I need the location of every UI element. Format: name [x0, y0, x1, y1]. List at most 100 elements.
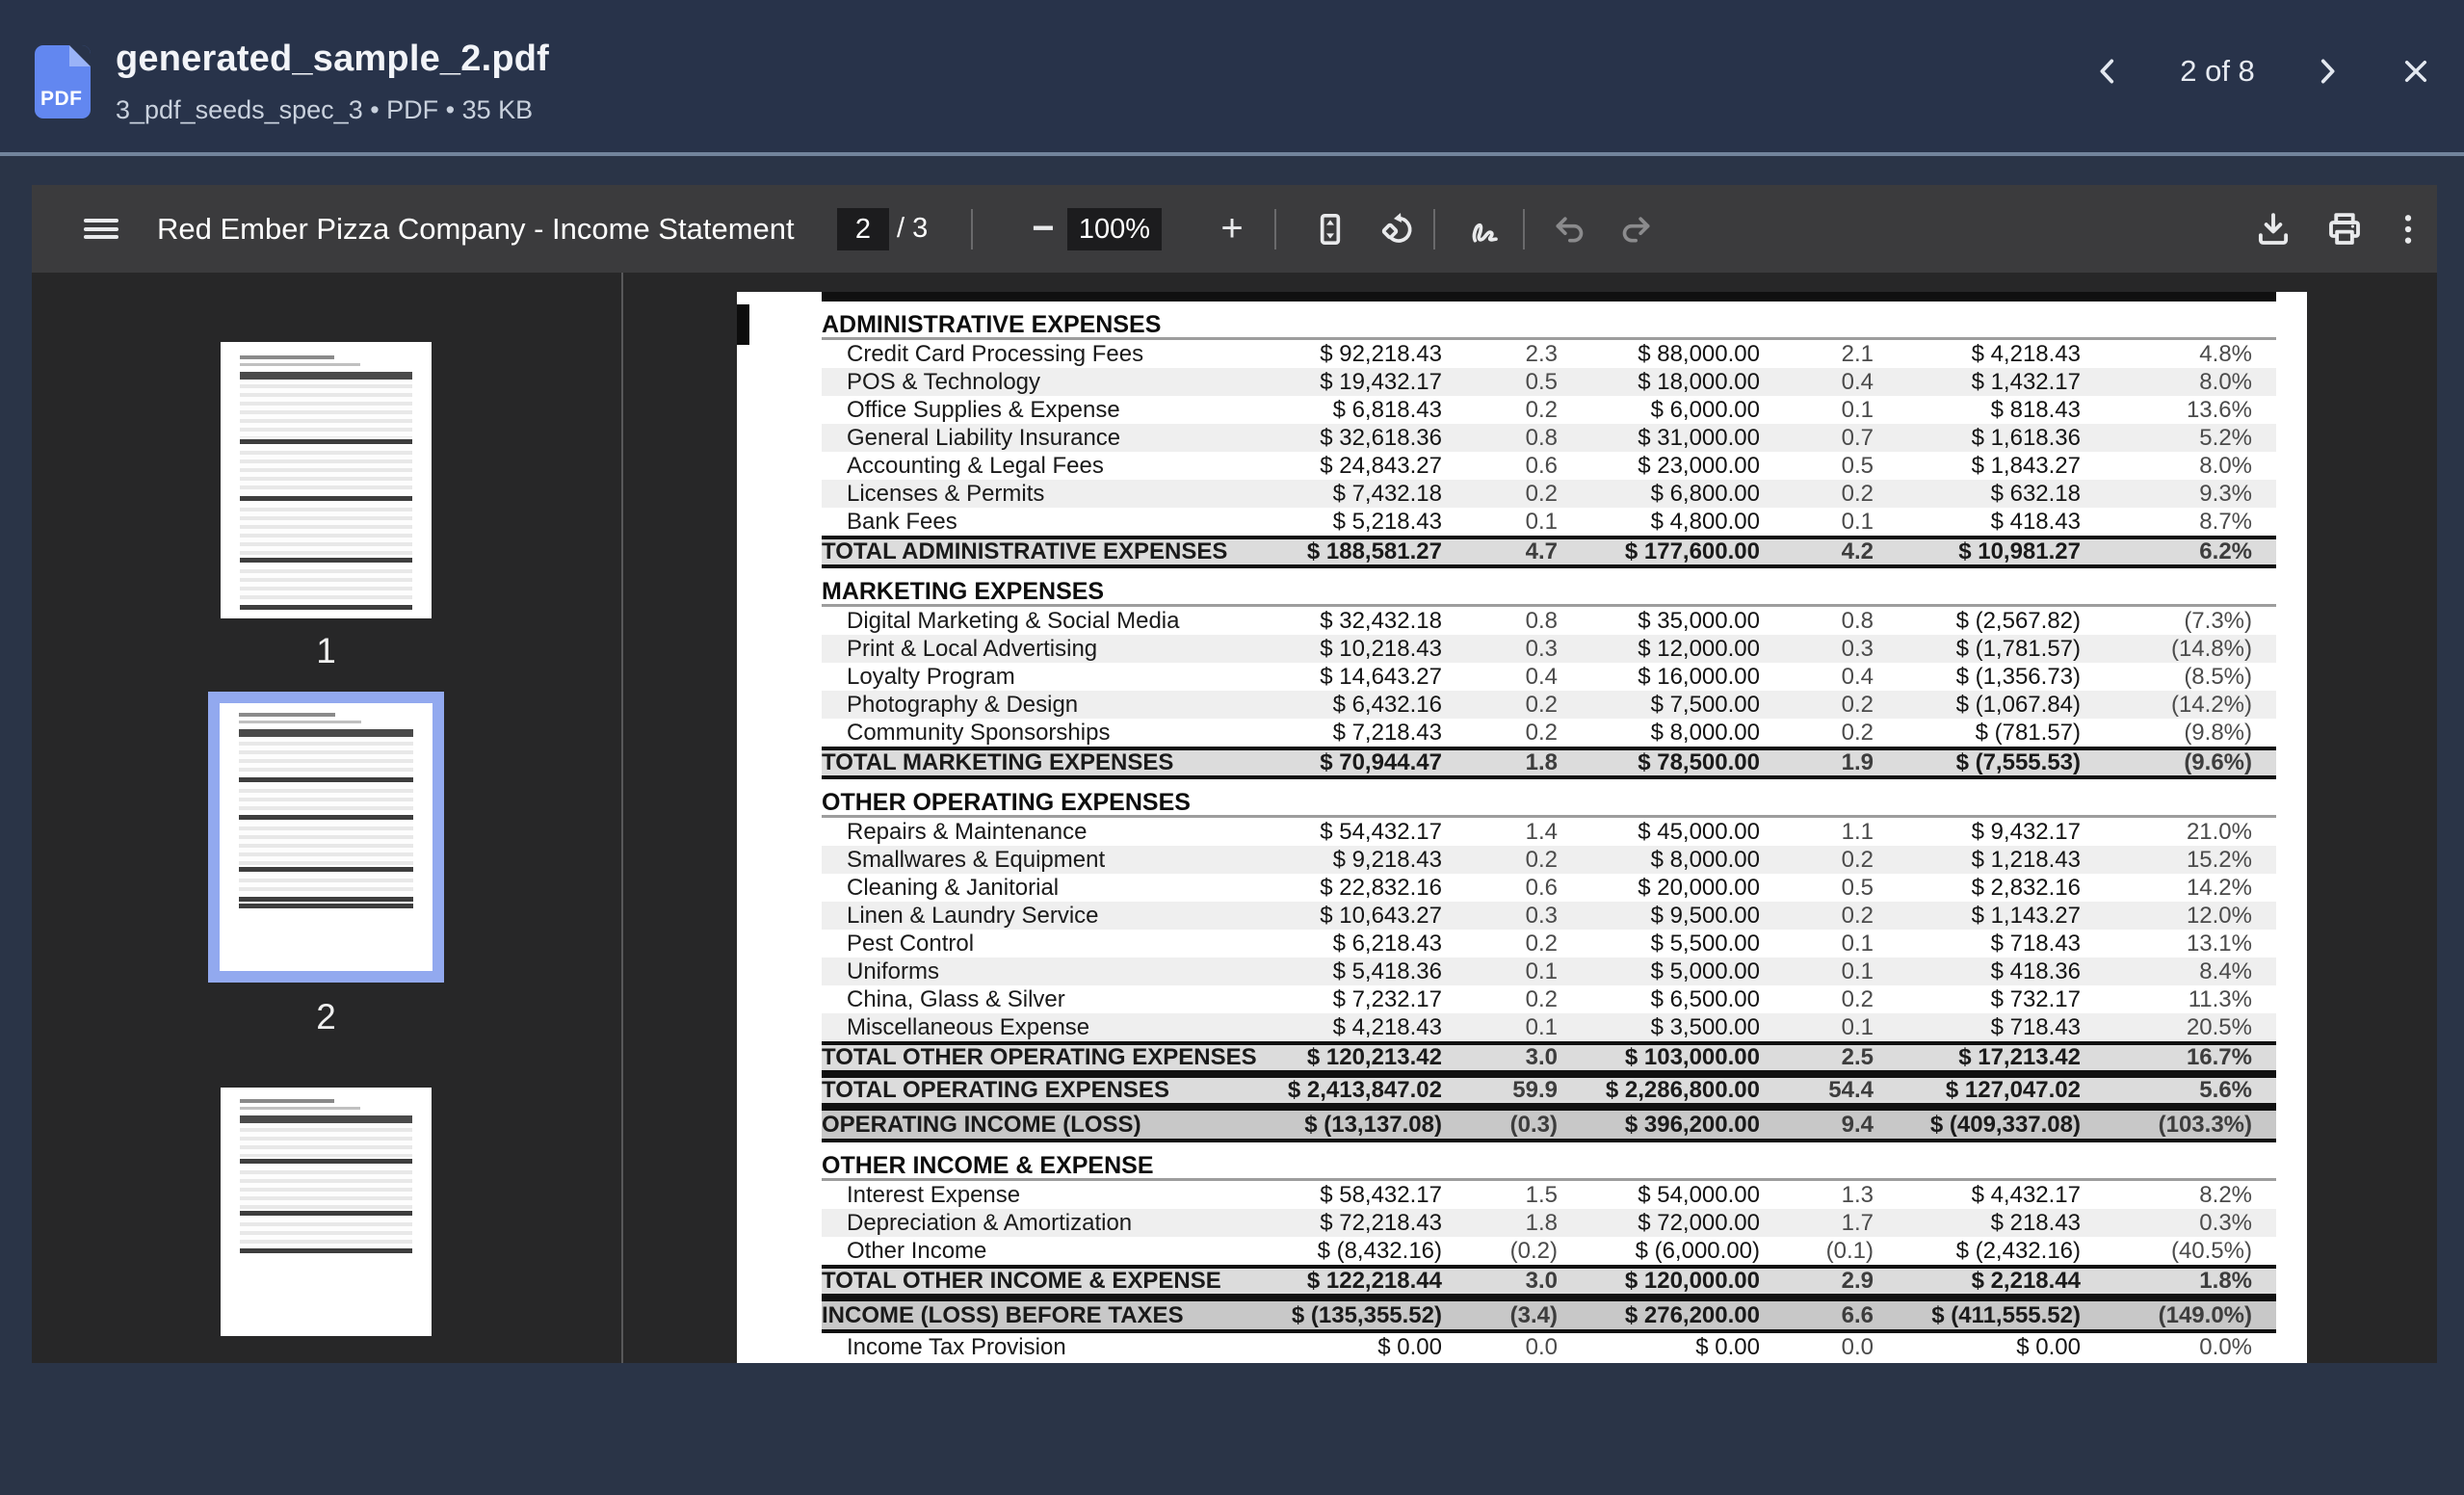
row-percent-value: 0.2 — [1525, 719, 1558, 746]
row-percent-value: 0.2 — [1841, 902, 1874, 929]
row-amount-value: $ 1,843.27 — [1971, 452, 2081, 479]
print-button[interactable] — [2314, 185, 2375, 273]
table-row: OPERATING INCOME (LOSS) $ (13,137.08) (0.3… — [822, 1107, 2276, 1142]
table-row: Office Supplies & Expense $ 6,818.43 0.2 $ … — [822, 396, 2276, 424]
download-icon — [2258, 212, 2289, 245]
row-amount-value: $ (1,356.73) — [1955, 663, 2081, 690]
row-amount-value: $ 20,000.00 — [1638, 874, 1760, 901]
pdf-file-icon: PDF — [35, 45, 91, 118]
row-label: Loyalty Program — [847, 663, 1015, 690]
zoom-in-button[interactable]: + — [1201, 185, 1263, 273]
row-percent-value: 0.1 — [1841, 1013, 1874, 1040]
fit-to-page-button[interactable] — [1299, 185, 1361, 273]
section-header-row: OTHER INCOME & EXPENSE — [822, 1152, 2276, 1181]
pdf-icon-fold — [69, 45, 91, 66]
row-label: TOTAL MARKETING EXPENSES — [822, 749, 1174, 775]
thumbnail-label[interactable]: 1 — [221, 631, 432, 671]
row-percent-value: 0.8 — [1525, 424, 1558, 451]
rotate-page-button[interactable] — [1367, 185, 1429, 273]
row-percent-value: 3.0 — [1525, 1268, 1558, 1294]
hamburger-icon — [84, 215, 118, 244]
row-amount-value: $ 58,432.17 — [1320, 1181, 1442, 1208]
thumbnail-label[interactable]: 2 — [221, 997, 432, 1037]
row-label: Linen & Laundry Service — [847, 902, 1099, 929]
row-label: OPERATING INCOME (LOSS) — [822, 1111, 1141, 1138]
thumbnail-page-2-selected[interactable] — [208, 692, 444, 983]
toolbar-divider — [1433, 209, 1435, 249]
row-percent-value: (0.1) — [1825, 1237, 1874, 1264]
row-percent-value: 2.3 — [1525, 340, 1558, 367]
row-amount-value: $ 120,213.42 — [1306, 1044, 1442, 1070]
row-amount-value: $ 396,200.00 — [1624, 1111, 1760, 1138]
row-amount-value: $ 4,218.43 — [1332, 1013, 1442, 1040]
row-percent-value: 3.0 — [1525, 1044, 1558, 1070]
next-file-button[interactable] — [2300, 44, 2354, 98]
row-percent-value: 0.2 — [1525, 846, 1558, 873]
row-percent-value: 20.5% — [2186, 1013, 2252, 1040]
thumbnail-page-1[interactable] — [221, 342, 432, 618]
section-header-row: ADMINISTRATIVE EXPENSES — [822, 311, 2276, 340]
row-label: Community Sponsorships — [847, 719, 1111, 746]
row-percent-value: 1.7 — [1841, 1209, 1874, 1236]
rotate-icon — [1381, 212, 1412, 243]
row-percent-value: 0.0% — [2199, 1333, 2252, 1360]
undo-button[interactable] — [1538, 185, 1600, 273]
row-amount-value: $ 127,047.02 — [1945, 1077, 2081, 1103]
row-percent-value: 0.1 — [1841, 396, 1874, 423]
row-percent-value: 8.0% — [2199, 368, 2252, 395]
redo-button[interactable] — [1606, 185, 1667, 273]
row-label: TOTAL OPERATING EXPENSES — [822, 1077, 1169, 1103]
close-preview-button[interactable] — [2389, 44, 2443, 98]
row-percent-value: 1.1 — [1841, 818, 1874, 845]
row-percent-value: (3.4) — [1509, 1301, 1558, 1328]
annotate-draw-button[interactable] — [1455, 185, 1517, 273]
row-amount-value: $ 3,500.00 — [1650, 1013, 1760, 1040]
row-percent-value: 4.7 — [1525, 538, 1558, 564]
row-percent-value: (14.2%) — [2170, 691, 2252, 718]
row-percent-value: 12.0% — [2186, 902, 2252, 929]
page-separator: / — [897, 213, 905, 244]
row-percent-value: 0.5 — [1841, 452, 1874, 479]
row-percent-value: 15.2% — [2186, 846, 2252, 873]
row-amount-value: $ 19,432.17 — [1320, 368, 1442, 395]
table-row: Pest Control $ 6,218.43 0.2 $ 5,500.00 0.1 $ … — [822, 930, 2276, 957]
table-row: Community Sponsorships $ 7,218.43 0.2 $ 8,0… — [822, 719, 2276, 747]
row-label: OTHER INCOME & EXPENSE — [822, 1152, 1154, 1179]
row-amount-value: $ 31,000.00 — [1638, 424, 1760, 451]
page-number-input[interactable] — [837, 208, 889, 250]
table-row: Miscellaneous Expense $ 4,218.43 0.1 $ 3,50… — [822, 1013, 2276, 1041]
row-label: TOTAL OTHER INCOME & EXPENSE — [822, 1268, 1221, 1294]
table-row: TOTAL MARKETING EXPENSES $ 70,944.47 1.8 $ … — [822, 747, 2276, 779]
row-amount-value: $ 12,000.00 — [1638, 635, 1760, 662]
zoom-out-button[interactable]: − — [1012, 185, 1074, 273]
print-icon — [2329, 212, 2360, 245]
row-label: Interest Expense — [847, 1181, 1021, 1208]
row-amount-value: $ 9,500.00 — [1650, 902, 1760, 929]
sidebar-menu-button[interactable] — [72, 185, 130, 273]
row-label: Cleaning & Janitorial — [847, 874, 1060, 901]
document-canvas[interactable]: ADMINISTRATIVE EXPENSES Credit Card Proce… — [621, 273, 2437, 1363]
row-percent-value: 0.3% — [2199, 1209, 2252, 1236]
thumbnail-page-3[interactable] — [221, 1088, 432, 1336]
previous-file-button[interactable] — [2081, 44, 2135, 98]
row-amount-value: $ (1,781.57) — [1955, 635, 2081, 662]
table-row: Print & Local Advertising $ 10,218.43 0.3 $… — [822, 635, 2276, 663]
preview-header: PDF generated_sample_2.pdf 3_pdf_seeds_s… — [0, 0, 2464, 152]
zoom-level[interactable]: 100% — [1067, 208, 1162, 250]
toolbar-divider — [1274, 209, 1276, 249]
row-label: TOTAL ADMINISTRATIVE EXPENSES — [822, 538, 1228, 564]
row-label: INCOME (LOSS) BEFORE TAXES — [822, 1301, 1184, 1328]
table-row: Cleaning & Janitorial $ 22,832.16 0.6 $ 20,… — [822, 874, 2276, 902]
more-options-button[interactable] — [2381, 185, 2435, 273]
file-identity: PDF generated_sample_2.pdf 3_pdf_seeds_s… — [35, 39, 549, 125]
row-percent-value: (149.0%) — [2158, 1301, 2252, 1328]
row-percent-value: 0.2 — [1525, 691, 1558, 718]
row-amount-value: $ 418.36 — [1990, 957, 2081, 984]
document-title: Red Ember Pizza Company - Income Stateme… — [157, 211, 795, 246]
row-amount-value: $ 5,000.00 — [1650, 957, 1760, 984]
signature-squiggle-icon — [1472, 223, 1498, 242]
download-button[interactable] — [2242, 185, 2304, 273]
row-percent-value: 0.1 — [1841, 930, 1874, 957]
page-edge-mark — [737, 304, 749, 345]
row-percent-value: 0.4 — [1841, 368, 1874, 395]
